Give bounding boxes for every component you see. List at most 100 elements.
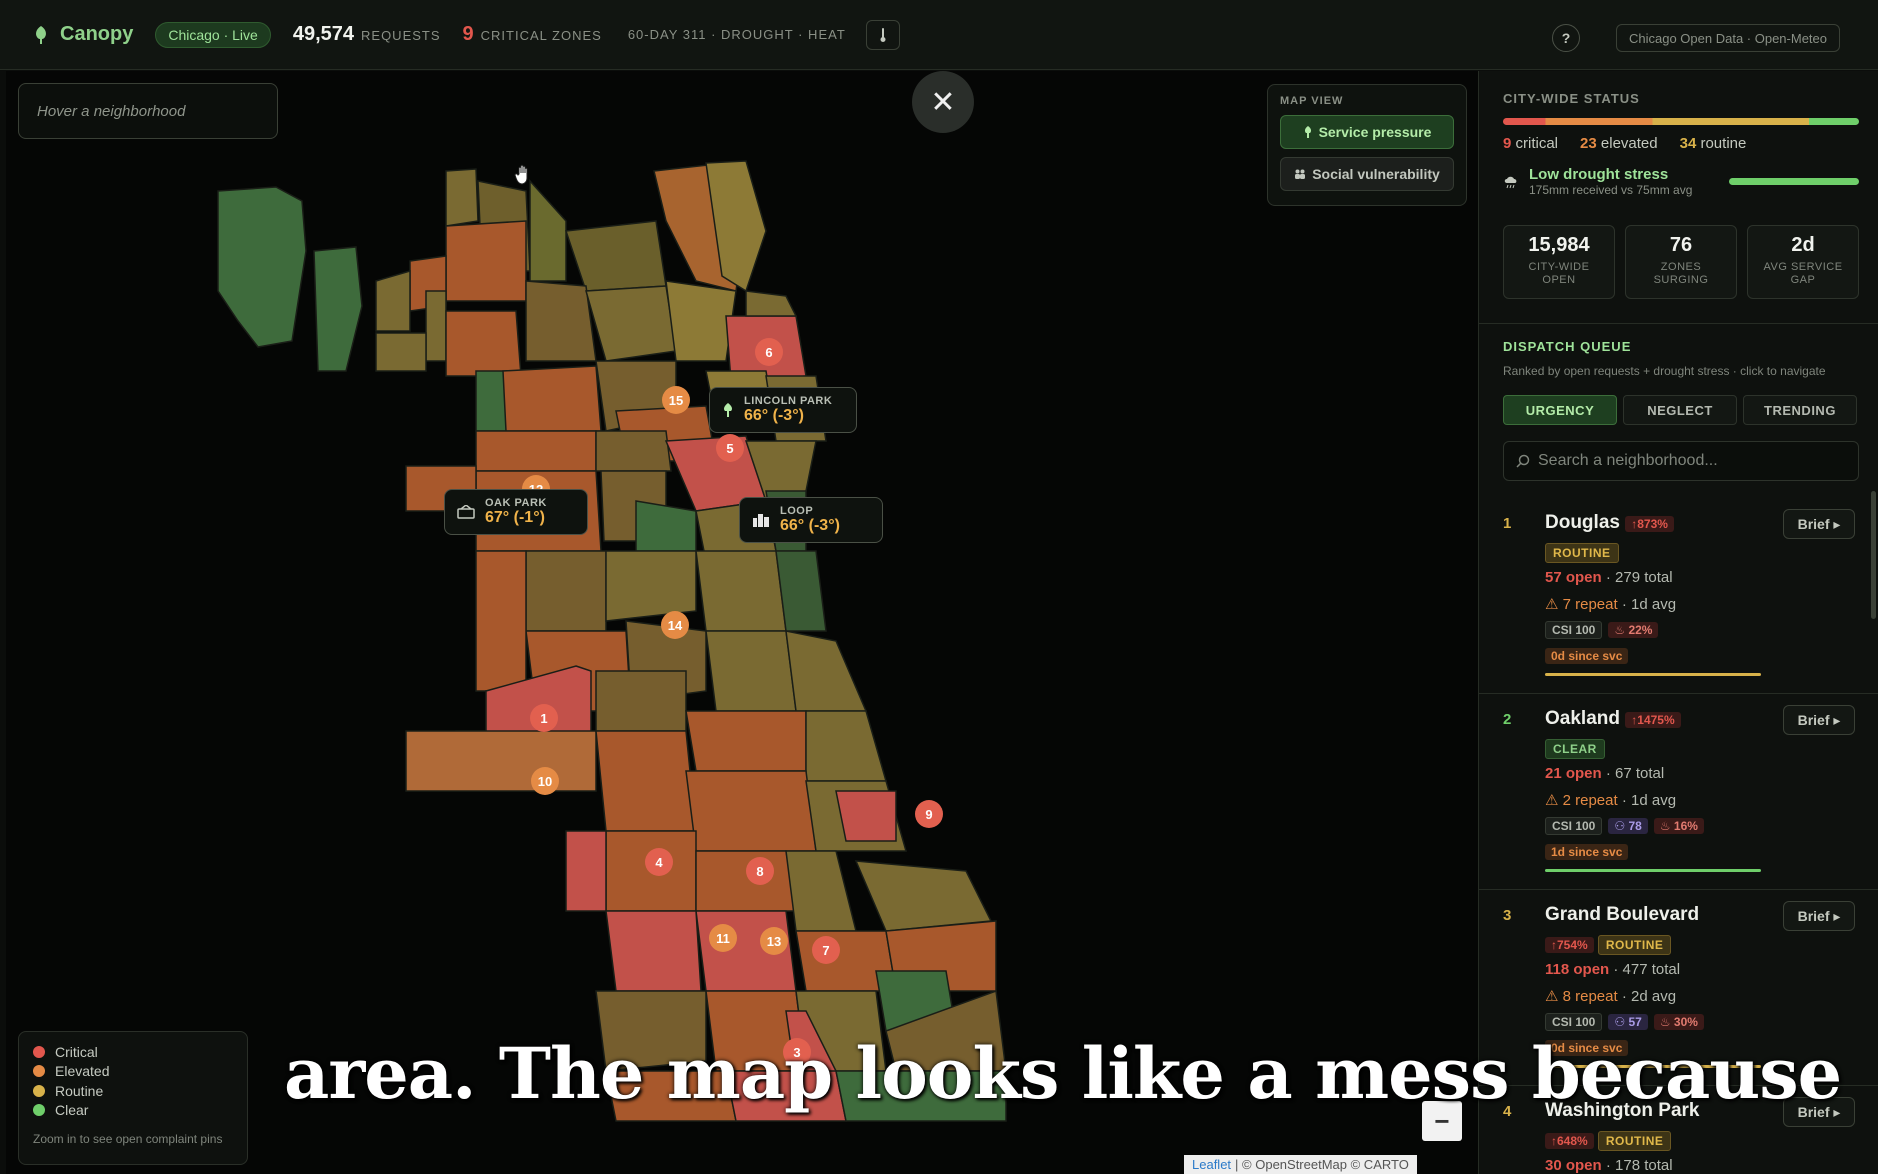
critical-count-label: critical bbox=[1515, 135, 1559, 152]
neighborhood-search bbox=[1503, 441, 1859, 481]
status-tag: ROUTINE bbox=[1597, 935, 1672, 955]
panel-scrollbar[interactable] bbox=[1871, 491, 1876, 619]
elevated-count-label: elevated bbox=[1600, 135, 1658, 152]
city-icon bbox=[753, 514, 769, 527]
zone-badge-6[interactable]: 6 bbox=[755, 338, 783, 366]
data-source-pill: Chicago Open Data · Open-Meteo bbox=[1616, 24, 1840, 52]
weather-pin-oak-park[interactable]: OAK PARK 67° (-1°) bbox=[444, 489, 588, 535]
zone-badge-9[interactable]: 9 bbox=[915, 800, 943, 828]
zones-surging-card: 76 ZONES SURGING bbox=[1625, 225, 1737, 299]
legend-item-clear: Clear bbox=[33, 1101, 233, 1121]
tree-icon bbox=[36, 25, 46, 44]
tree-icon bbox=[1304, 126, 1311, 138]
elevated-dot-icon bbox=[33, 1065, 45, 1078]
queue-divider bbox=[1479, 889, 1878, 890]
total-count: 477 total bbox=[1622, 961, 1681, 978]
weather-pin-lincoln-park[interactable]: LINCOLN PARK 66° (-3°) bbox=[709, 387, 857, 433]
zone-badge-5[interactable]: 5 bbox=[716, 434, 744, 462]
citywide-status-section: CITY-WIDE STATUS 9 critical 23 elevated … bbox=[1503, 91, 1859, 299]
legend-note: Zoom in to see open complaint pins bbox=[33, 1132, 223, 1146]
repeat-count: ⚠ 7 repeat bbox=[1545, 596, 1618, 613]
dispatch-queue-subtitle: Ranked by open requests + drought stress… bbox=[1503, 364, 1826, 378]
zone-ohare bbox=[217, 186, 307, 348]
zone-badge-7[interactable]: 7 bbox=[812, 936, 840, 964]
close-button[interactable]: ✕ bbox=[912, 71, 974, 133]
heat-icon: ♨ bbox=[1659, 819, 1674, 833]
people-icon: ⚇ bbox=[1614, 819, 1629, 833]
social-vulnerability-button[interactable]: Social vulnerability bbox=[1280, 157, 1454, 191]
routine-count-label: routine bbox=[1700, 135, 1747, 152]
map-area[interactable]: Hover a neighborhood ✕ MAP VIEW Service … bbox=[6, 71, 1478, 1174]
dispatch-queue-title: DISPATCH QUEUE bbox=[1503, 339, 1632, 354]
tab-trending[interactable]: TRENDING bbox=[1743, 395, 1857, 425]
pressure-bar bbox=[1545, 673, 1761, 676]
clear-dot-icon bbox=[33, 1104, 45, 1117]
open-count: 118 open bbox=[1545, 961, 1610, 978]
open-count: 57 open bbox=[1545, 569, 1602, 586]
thermometer-toggle-button[interactable] bbox=[865, 19, 900, 50]
neighborhood-search-input[interactable] bbox=[1538, 452, 1838, 470]
open-count: 21 open bbox=[1545, 765, 1602, 782]
zone-badge-11[interactable]: 11 bbox=[709, 924, 737, 952]
critical-zones-value: 9 bbox=[462, 23, 474, 45]
requests-stat: 49,574 REQUESTS bbox=[293, 23, 441, 46]
zone-badge-13[interactable]: 13 bbox=[760, 927, 788, 955]
city-live-pill[interactable]: Chicago · Live bbox=[155, 21, 271, 48]
heat-chip: ♨ 22% bbox=[1608, 622, 1659, 638]
brief-button[interactable]: Brief ▸ bbox=[1783, 509, 1855, 539]
elevated-count-group: 23 elevated bbox=[1580, 135, 1658, 152]
video-caption: area. The map looks like a mess because bbox=[284, 1032, 1842, 1115]
trend-badge: ↑1475% bbox=[1625, 712, 1681, 728]
attribution-text: | © OpenStreetMap © CARTO bbox=[1235, 1157, 1409, 1172]
citywide-status-title: CITY-WIDE STATUS bbox=[1503, 91, 1640, 106]
elevated-count: 23 bbox=[1580, 135, 1597, 152]
repeat-count: ⚠ 2 repeat bbox=[1545, 792, 1618, 809]
legend-label: Critical bbox=[55, 1043, 98, 1060]
status-distribution-bar bbox=[1503, 118, 1859, 125]
section-divider bbox=[1479, 323, 1878, 324]
service-pressure-label: Service pressure bbox=[1318, 124, 1432, 140]
brand[interactable]: Canopy bbox=[32, 23, 133, 46]
queue-name: Grand Boulevard bbox=[1545, 904, 1700, 925]
tree-icon bbox=[724, 403, 732, 417]
brief-button[interactable]: Brief ▸ bbox=[1783, 705, 1855, 735]
heat-chip: ♨ 30% bbox=[1653, 1014, 1704, 1030]
avg-time: 1d avg bbox=[1631, 596, 1677, 613]
tab-neglect[interactable]: NEGLECT bbox=[1623, 395, 1737, 425]
tab-urgency[interactable]: URGENCY bbox=[1503, 395, 1617, 425]
since-service-chip: 0d since svc bbox=[1545, 648, 1629, 664]
leaflet-link[interactable]: Leaflet bbox=[1192, 1157, 1231, 1172]
top-bar: Canopy Chicago · Live 49,574 REQUESTS 9 … bbox=[0, 0, 1878, 70]
status-tag: ROUTINE bbox=[1597, 1131, 1672, 1151]
queue-item-douglas[interactable]: 1 Douglas ↑873% Brief ▸ ROUTINE 57 open … bbox=[1479, 509, 1878, 695]
neighborhood-choropleth[interactable] bbox=[6, 71, 1478, 1174]
total-count: 67 total bbox=[1615, 765, 1665, 782]
vulnerability-chip: ⚇ 57 bbox=[1608, 1014, 1648, 1030]
critical-count: 9 bbox=[1503, 135, 1512, 152]
map-legend: Critical Elevated Routine Clear Zoom in … bbox=[18, 1031, 248, 1165]
queue-item-oakland[interactable]: 2 Oakland ↑1475% Brief ▸ CLEAR 21 open ·… bbox=[1479, 705, 1878, 891]
zone-badge-4[interactable]: 4 bbox=[645, 848, 673, 876]
social-vulnerability-label: Social vulnerability bbox=[1312, 166, 1440, 182]
brief-button[interactable]: Brief ▸ bbox=[1783, 901, 1855, 931]
zone-badge-10[interactable]: 10 bbox=[531, 767, 559, 795]
zone-badge-1[interactable]: 1 bbox=[530, 704, 558, 732]
app-root: Canopy Chicago · Live 49,574 REQUESTS 9 … bbox=[0, 0, 1878, 1174]
zone-badge-14[interactable]: 14 bbox=[661, 611, 689, 639]
service-pressure-button[interactable]: Service pressure bbox=[1280, 115, 1454, 149]
pin-temp: 66° (-3°) bbox=[780, 517, 840, 534]
queue-tabs: URGENCY NEGLECT TRENDING bbox=[1503, 395, 1859, 425]
zone-badge-15[interactable]: 15 bbox=[662, 386, 690, 414]
drought-status: Low drought stress 175mm received vs 75m… bbox=[1503, 166, 1859, 197]
card-value: 2d bbox=[1791, 234, 1815, 256]
pin-name: LINCOLN PARK bbox=[744, 395, 833, 407]
trend-badge: ↑648% bbox=[1545, 1133, 1594, 1149]
legend-item-critical: Critical bbox=[33, 1042, 233, 1062]
total-count: 178 total bbox=[1615, 1157, 1673, 1174]
card-value: 15,984 bbox=[1528, 234, 1590, 256]
help-button[interactable]: ? bbox=[1552, 24, 1580, 52]
drought-level-bar bbox=[1729, 178, 1859, 185]
weather-pin-loop[interactable]: LOOP 66° (-3°) bbox=[739, 497, 883, 543]
status-tag: ROUTINE bbox=[1545, 543, 1619, 563]
zone-badge-8[interactable]: 8 bbox=[746, 857, 774, 885]
